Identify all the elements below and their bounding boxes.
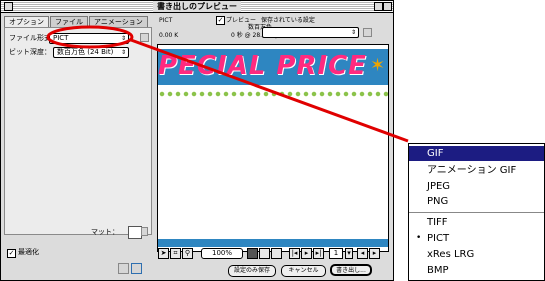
close-box[interactable] xyxy=(4,2,13,11)
tab-animation[interactable]: アニメーション xyxy=(89,16,148,27)
file-format-popup[interactable]: PICT ⇕ xyxy=(49,33,129,44)
preview-checkbox-label: プレビュー xyxy=(226,17,257,24)
frame-popup-arrow[interactable]: ▾ xyxy=(345,248,353,259)
saved-settings-label: 保存されている設定 xyxy=(261,17,315,24)
popup-arrows-icon: ⇕ xyxy=(120,49,126,56)
play-icon[interactable]: ▸ xyxy=(301,248,312,259)
tab-file[interactable]: ファイル xyxy=(50,16,88,27)
title-bar[interactable]: 書き出しのプレビュー xyxy=(1,1,393,13)
checkmark-bullet-icon: • xyxy=(416,233,422,243)
zoom-box[interactable] xyxy=(374,2,383,11)
first-frame-icon[interactable]: |◂ xyxy=(289,248,300,259)
optimize-label: 最適化 xyxy=(18,248,39,256)
two-up-view-icon[interactable] xyxy=(259,248,270,259)
preview-image[interactable]: PECIAL PRICE ✶ xyxy=(157,44,389,252)
bit-depth-popup[interactable]: 数百万色 (24 Bit) ⇕ xyxy=(53,47,129,58)
export-preview-window: 書き出しのプレビュー オプション ファイル アニメーション ファイル形式： PI… xyxy=(0,0,394,281)
star-icon: ✶ xyxy=(370,55,386,76)
menu-separator xyxy=(409,212,544,213)
menu-item-jpeg[interactable]: JPEG xyxy=(409,179,544,194)
single-view-icon[interactable] xyxy=(247,248,258,259)
zoom-tool-icon[interactable]: ⚲ xyxy=(182,248,193,259)
preview-file-size: 0.00 K xyxy=(159,32,179,39)
frame-number: 1 xyxy=(333,249,339,257)
next-frame-icon[interactable]: ▸ xyxy=(369,248,380,259)
menu-item-xres-lrg[interactable]: xRes LRG xyxy=(409,247,544,262)
bottom-strip xyxy=(158,239,388,247)
popup-arrows-icon: ⇕ xyxy=(120,35,126,42)
crop-tool-icon[interactable]: ⌗ xyxy=(170,248,181,259)
matte-color-swatch[interactable] xyxy=(128,226,142,239)
menu-item-png[interactable]: PNG xyxy=(409,194,544,209)
file-format-menu: GIF アニメーション GIF JPEG PNG TIFF • PICT xRe… xyxy=(408,143,545,281)
tab-bar: オプション ファイル アニメーション xyxy=(4,16,149,27)
export-button[interactable]: 書き出し... xyxy=(330,264,372,276)
file-format-value: PICT xyxy=(53,34,69,42)
matte-label: マット： xyxy=(91,228,119,236)
window-title: 書き出しのプレビュー xyxy=(153,1,241,12)
dot-border xyxy=(158,91,388,97)
pointer-tool-icon[interactable]: ➤ xyxy=(158,248,169,259)
matte-popup-arrow[interactable] xyxy=(141,227,148,236)
menu-item-animated-gif[interactable]: アニメーション GIF xyxy=(409,163,544,178)
collapse-box[interactable] xyxy=(383,2,392,11)
four-up-view-icon[interactable] xyxy=(271,248,282,259)
crop-icon[interactable] xyxy=(131,263,142,274)
menu-item-tiff[interactable]: TIFF xyxy=(409,215,544,230)
wand-icon[interactable] xyxy=(118,263,129,274)
banner-text: PECIAL PRICE xyxy=(158,51,367,81)
save-settings-button[interactable]: 設定のみ保存 xyxy=(228,265,276,277)
zoom-popup[interactable]: 100% xyxy=(201,248,243,259)
options-panel: ファイル形式： PICT ⇕ ビット深度： 数百万色 (24 Bit) ⇕ マッ… xyxy=(4,27,152,236)
menu-item-pict[interactable]: • PICT xyxy=(409,231,544,246)
menu-item-gif[interactable]: GIF xyxy=(409,146,544,161)
frame-number-field[interactable]: 1 xyxy=(329,248,343,259)
settings-menu-button[interactable] xyxy=(363,28,372,37)
menu-item-pict-label: PICT xyxy=(427,233,450,244)
bit-depth-label: ビット深度： xyxy=(9,48,51,56)
preview-checkbox[interactable]: ✓ xyxy=(216,16,225,25)
saved-settings-popup[interactable]: ⇕ xyxy=(262,27,359,38)
previous-frame-icon[interactable]: ◂ xyxy=(357,248,368,259)
menu-item-bmp[interactable]: BMP xyxy=(409,263,544,278)
format-options-button[interactable] xyxy=(140,33,149,42)
tab-options[interactable]: オプション xyxy=(4,16,49,27)
banner-image: PECIAL PRICE ✶ xyxy=(158,49,388,85)
bit-depth-value: 数百万色 (24 Bit) xyxy=(57,48,114,56)
cancel-button[interactable]: キャンセル xyxy=(281,265,326,277)
preview-format: PICT xyxy=(159,17,173,24)
popup-arrows-icon: ⇕ xyxy=(350,29,356,36)
zoom-value: 100% xyxy=(211,249,232,257)
optimize-checkbox[interactable]: ✓ xyxy=(7,249,16,258)
last-frame-icon[interactable]: ▸| xyxy=(313,248,324,259)
